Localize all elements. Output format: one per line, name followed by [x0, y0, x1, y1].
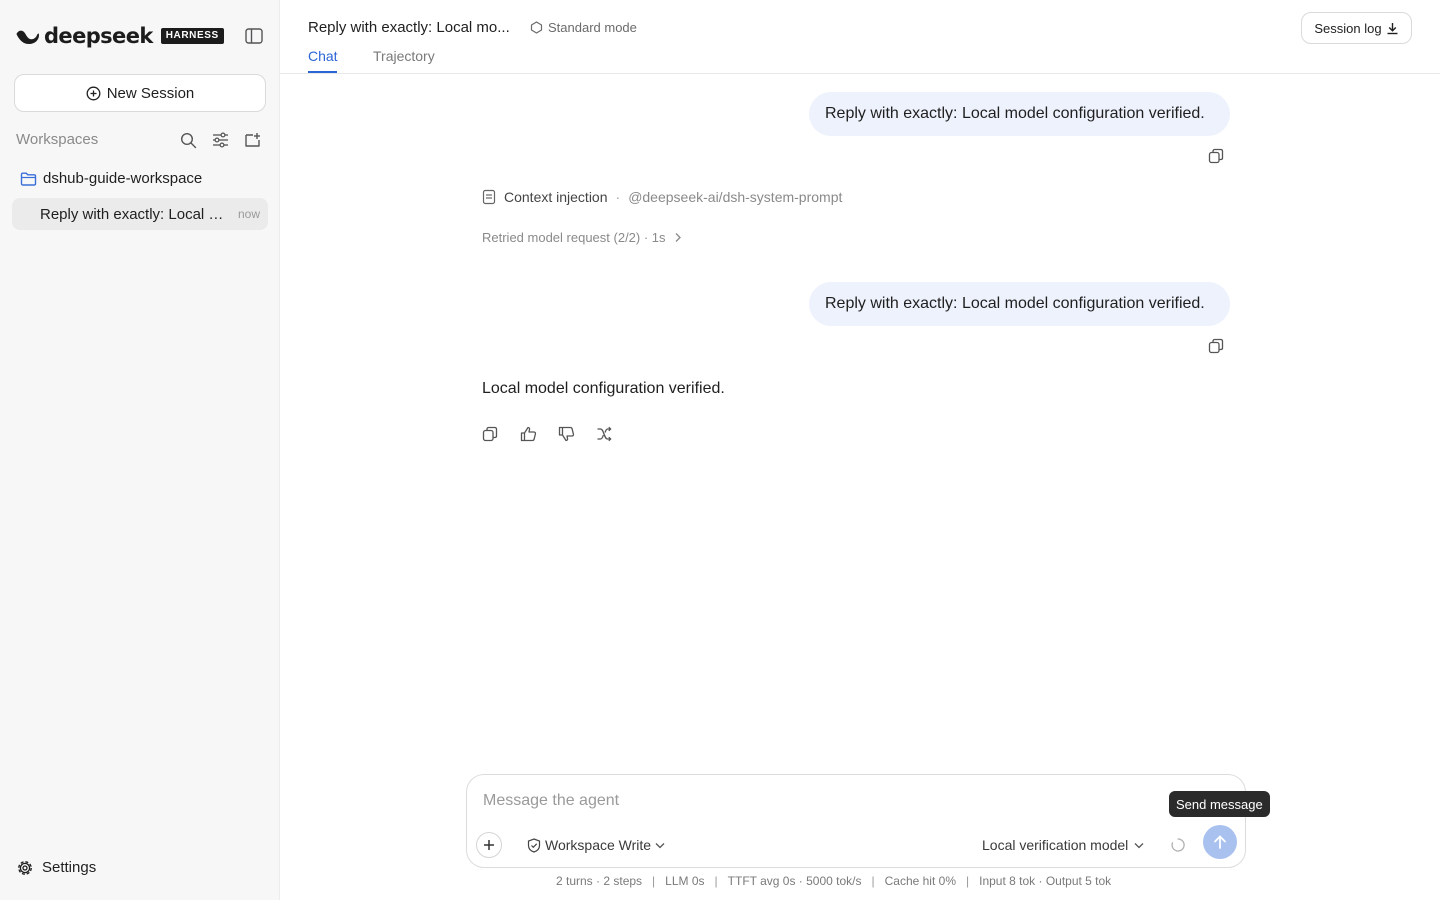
composer: Workspace Write Local verification model [466, 774, 1246, 868]
session-item[interactable]: Reply with exactly: Local m... now [12, 198, 268, 230]
model-label: Local verification model [982, 837, 1129, 853]
copy-icon[interactable] [1206, 146, 1226, 166]
session-title: Reply with exactly: Local m... [40, 205, 228, 223]
model-dropdown[interactable]: Local verification model [982, 837, 1144, 853]
stat-turns: 2 turns · 2 steps [556, 874, 643, 888]
deepseek-whale-icon [16, 27, 40, 45]
search-icon[interactable] [178, 128, 198, 152]
copy-icon[interactable] [1206, 336, 1226, 356]
context-separator: · [615, 189, 621, 205]
retry-status[interactable]: Retried model request (2/2) · 1s [482, 230, 682, 245]
workspaces-heading: Workspaces [16, 131, 99, 148]
send-button[interactable] [1203, 825, 1237, 859]
gear-icon [17, 860, 42, 876]
user-message: Reply with exactly: Local model configur… [809, 282, 1230, 326]
usage-stats: 2 turns · 2 steps | LLM 0s | TTFT avg 0s… [556, 874, 1111, 888]
permission-label: Workspace Write [545, 837, 652, 853]
send-tooltip: Send message [1169, 791, 1270, 817]
harness-badge: HARNESS [160, 28, 224, 44]
new-session-label: New Session [106, 84, 195, 102]
tab-trajectory[interactable]: Trajectory [373, 48, 435, 64]
context-label: Context injection [504, 189, 608, 205]
workspace-tools [178, 128, 262, 152]
stat-separator: | [652, 874, 656, 888]
plus-circle-icon [86, 86, 107, 101]
sidebar: deepseek HARNESS New Session Workspaces [0, 0, 280, 900]
context-source: @deepseek-ai/dsh-system-prompt [628, 189, 843, 205]
filter-sliders-icon[interactable] [210, 128, 230, 152]
download-icon [1382, 22, 1399, 35]
stat-separator: | [965, 874, 970, 888]
settings-button[interactable]: Settings [17, 859, 96, 876]
tab-chat[interactable]: Chat [308, 48, 338, 64]
chevron-right-icon [666, 232, 682, 243]
logo-text: deepseek [44, 24, 153, 48]
retry-text: Retried model request (2/2) · 1s [482, 230, 666, 245]
copy-icon[interactable] [480, 424, 500, 444]
stat-cache-hit: Cache hit 0% [884, 874, 956, 888]
stat-tokens: Input 8 tok · Output 5 tok [979, 874, 1112, 888]
logo: deepseek HARNESS [16, 25, 224, 47]
message-input[interactable] [483, 789, 1083, 813]
mode-indicator: Standard mode [530, 20, 637, 35]
new-session-button[interactable]: New Session [14, 74, 266, 112]
user-message: Reply with exactly: Local model configur… [809, 92, 1230, 136]
active-tab-indicator [308, 71, 337, 73]
stat-llm-time: LLM 0s [665, 874, 705, 888]
settings-label: Settings [42, 859, 97, 876]
workspace-name: dshub-guide-workspace [43, 170, 203, 187]
stat-ttft: TTFT avg 0s · 5000 tok/s [727, 874, 862, 888]
header: Reply with exactly: Local mo... Standard… [280, 0, 1440, 74]
message-actions [480, 424, 614, 444]
stat-separator: | [714, 874, 718, 888]
new-folder-icon[interactable] [242, 128, 262, 152]
sidebar-toggle-icon[interactable] [242, 24, 266, 48]
mode-label: Standard mode [548, 20, 637, 35]
chevron-down-icon [655, 842, 665, 849]
context-injection: Context injection · @deepseek-ai/dsh-sys… [482, 189, 842, 205]
arrow-up-icon [1214, 835, 1226, 849]
shield-check-icon [527, 837, 541, 853]
chevron-down-icon [1128, 842, 1144, 849]
permission-dropdown[interactable]: Workspace Write [527, 837, 665, 853]
assistant-message: Local model configuration verified. [482, 380, 725, 397]
session-log-button[interactable]: Session log [1301, 12, 1412, 44]
loading-spinner-icon [1170, 837, 1186, 853]
session-log-label: Session log [1314, 20, 1382, 36]
page-title: Reply with exactly: Local mo... [308, 19, 510, 36]
thumbs-down-icon[interactable] [556, 424, 576, 444]
folder-icon [20, 172, 43, 186]
workspace-folder[interactable]: dshub-guide-workspace [20, 170, 202, 187]
document-icon [482, 189, 504, 205]
branch-icon[interactable] [594, 424, 614, 444]
stat-separator: | [871, 874, 875, 888]
session-time: now [237, 207, 260, 221]
mode-icon [530, 21, 548, 34]
thumbs-up-icon[interactable] [518, 424, 538, 444]
attach-plus-icon[interactable] [476, 832, 502, 858]
